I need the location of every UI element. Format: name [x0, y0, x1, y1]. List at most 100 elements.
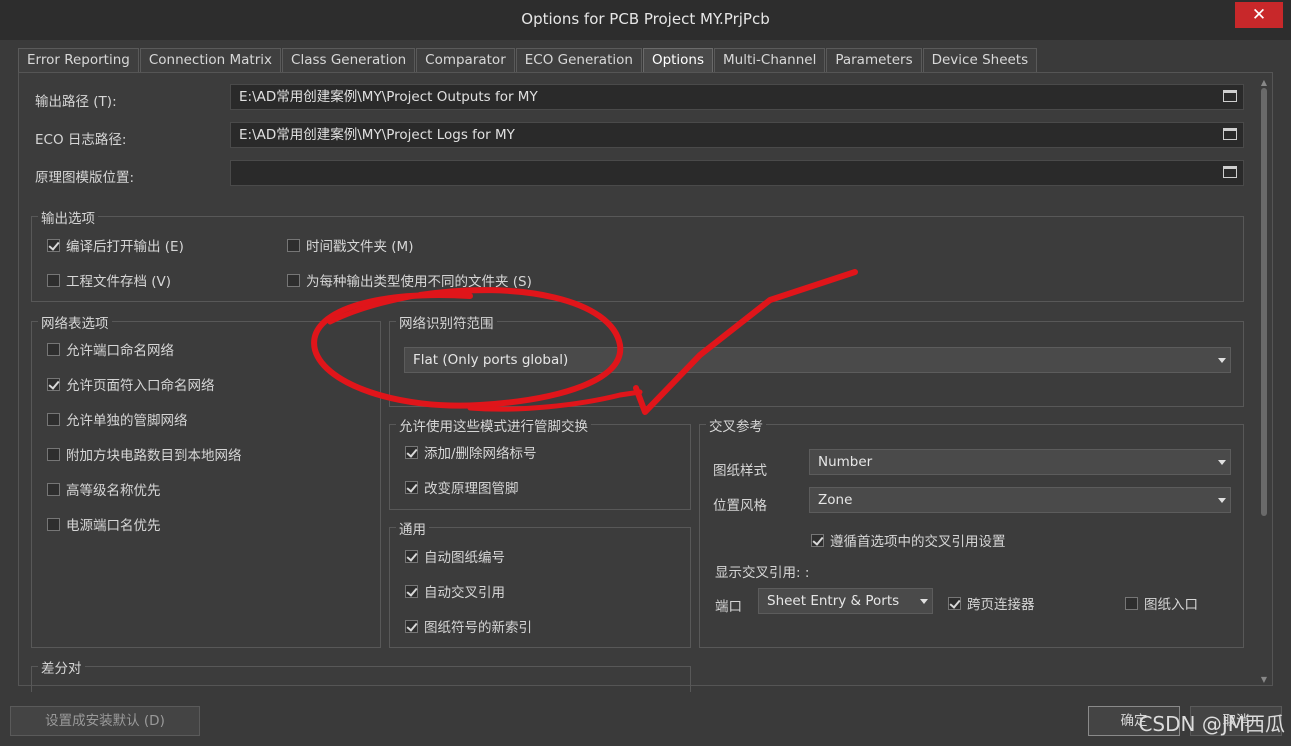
checkbox-label: 允许端口命名网络 [66, 343, 174, 359]
general-title: 通用 [396, 518, 429, 538]
eco-log-path-value: E:\AD常用创建案例\MY\Project Logs for MY [239, 127, 515, 143]
checkbox-label: 遵循首选项中的交叉引用设置 [830, 534, 1006, 550]
checkbox-label: 为每种输出类型使用不同的文件夹 (S) [306, 274, 532, 290]
checkbox-label: 工程文件存档 (V) [66, 274, 172, 290]
folder-open-icon[interactable] [1223, 90, 1237, 102]
sheet-style-select[interactable]: Number [809, 449, 1231, 475]
watermark-text: CSDN @JM西瓜 [1138, 712, 1285, 736]
checkbox-box[interactable] [47, 412, 60, 426]
output-path-label: 输出路径 (T): [35, 94, 117, 110]
tab-parameters[interactable]: Parameters [826, 48, 922, 72]
select-value: Number [818, 454, 873, 470]
checkbox-label: 改变原理图管脚 [424, 481, 519, 497]
chevron-down-icon [1218, 358, 1226, 363]
chevron-down-icon [920, 599, 928, 604]
checkbox-label: 附加方块电路数目到本地网络 [66, 448, 242, 464]
template-path-field[interactable] [230, 160, 1244, 186]
template-path-label: 原理图模版位置: [35, 170, 135, 186]
separate-folders-checkbox[interactable]: 为每种输出类型使用不同的文件夹 (S) [287, 270, 532, 290]
checkbox-box[interactable] [47, 377, 60, 391]
cross-reference-title: 交叉参考 [706, 415, 766, 435]
auto-cross-reference-checkbox[interactable]: 自动交叉引用 [405, 581, 505, 601]
timestamp-folder-checkbox[interactable]: 时间戳文件夹 (M) [287, 235, 413, 255]
checkbox-label: 高等级名称优先 [66, 483, 161, 499]
set-installation-defaults-button[interactable]: 设置成安装默认 (D) [10, 706, 200, 736]
folder-open-icon[interactable] [1223, 166, 1237, 178]
checkbox-box[interactable] [287, 273, 300, 287]
follow-preferences-checkbox[interactable]: 遵循首选项中的交叉引用设置 [811, 530, 1006, 550]
archive-project-checkbox[interactable]: 工程文件存档 (V) [47, 270, 171, 290]
tab-class-generation[interactable]: Class Generation [282, 48, 416, 72]
scroll-thumb[interactable] [1261, 88, 1267, 516]
change-schematic-pins-checkbox[interactable]: 改变原理图管脚 [405, 477, 519, 497]
checkbox-box[interactable] [47, 517, 60, 531]
auto-sheet-numbering-checkbox[interactable]: 自动图纸编号 [405, 546, 505, 566]
output-options-title: 输出选项 [38, 207, 98, 227]
checkbox-box[interactable] [47, 273, 60, 287]
sheet-entry-checkbox[interactable]: 图纸入口 [1125, 593, 1198, 613]
tab-error-reporting[interactable]: Error Reporting [18, 48, 139, 72]
checkbox-label: 添加/删除网络标号 [424, 446, 537, 462]
tab-eco-generation[interactable]: ECO Generation [515, 48, 642, 72]
show-cross-references-label: 显示交叉引用: : [715, 565, 810, 581]
close-button[interactable]: ✕ [1235, 2, 1283, 28]
tab-device-sheets[interactable]: Device Sheets [922, 48, 1038, 72]
scroll-up-icon[interactable]: ▲ [1258, 78, 1270, 87]
net-identifier-scope-select[interactable]: Flat (Only ports global) [404, 347, 1231, 373]
chevron-down-icon [1218, 460, 1226, 465]
add-remove-net-labels-checkbox[interactable]: 添加/删除网络标号 [405, 442, 537, 462]
tab-multi-channel[interactable]: Multi-Channel [714, 48, 826, 72]
output-options-group: 输出选项 [31, 207, 1244, 302]
scroll-down-icon[interactable]: ▼ [1258, 675, 1270, 684]
output-path-field[interactable]: E:\AD常用创建案例\MY\Project Outputs for MY [230, 84, 1244, 110]
tab-connection-matrix[interactable]: Connection Matrix [139, 48, 282, 72]
chevron-down-icon [1218, 498, 1226, 503]
checkbox-label: 跨页连接器 [967, 597, 1035, 613]
sheet-style-label: 图纸样式 [713, 463, 767, 479]
tab-options[interactable]: Options [642, 48, 714, 72]
checkbox-box[interactable] [405, 584, 418, 598]
checkbox-label: 图纸符号的新索引 [424, 620, 532, 636]
checkbox-box[interactable] [405, 480, 418, 494]
offsheet-connectors-checkbox[interactable]: 跨页连接器 [948, 593, 1035, 613]
checkbox-box[interactable] [405, 445, 418, 459]
checkbox-box[interactable] [405, 619, 418, 633]
title-bar: Options for PCB Project MY.PrjPcb ✕ [0, 0, 1291, 40]
allow-sheet-entries-name-nets-checkbox[interactable]: 允许页面符入口命名网络 [47, 374, 215, 394]
eco-log-path-field[interactable]: E:\AD常用创建案例\MY\Project Logs for MY [230, 122, 1244, 148]
higher-level-names-checkbox[interactable]: 高等级名称优先 [47, 479, 161, 499]
select-value: Sheet Entry & Ports [767, 593, 900, 609]
checkbox-label: 编译后打开输出 (E) [66, 239, 184, 255]
location-style-select[interactable]: Zone [809, 487, 1231, 513]
checkbox-box[interactable] [47, 342, 60, 356]
checkbox-box[interactable] [47, 238, 60, 252]
checkbox-label: 电源端口名优先 [66, 518, 161, 534]
eco-log-path-label: ECO 日志路径: [35, 132, 127, 148]
allow-ports-name-nets-checkbox[interactable]: 允许端口命名网络 [47, 339, 174, 359]
checkbox-label: 图纸入口 [1144, 597, 1198, 613]
folder-open-icon[interactable] [1223, 128, 1237, 140]
open-after-compile-checkbox[interactable]: 编译后打开输出 (E) [47, 235, 184, 255]
vertical-scrollbar[interactable]: ▲ ▼ [1258, 78, 1270, 684]
append-sheet-numbers-checkbox[interactable]: 附加方块电路数目到本地网络 [47, 444, 242, 464]
netlist-options-title: 网络表选项 [38, 312, 112, 332]
checkbox-box[interactable] [811, 533, 824, 547]
port-type-select[interactable]: Sheet Entry & Ports [758, 588, 933, 614]
checkbox-box[interactable] [948, 596, 961, 610]
checkbox-label: 自动交叉引用 [424, 585, 505, 601]
net-identifier-scope-title: 网络识别符范围 [396, 312, 497, 332]
checkbox-box[interactable] [1125, 596, 1138, 610]
checkbox-box[interactable] [405, 549, 418, 563]
allow-single-pin-nets-checkbox[interactable]: 允许单独的管脚网络 [47, 409, 188, 429]
new-sheet-symbol-index-checkbox[interactable]: 图纸符号的新索引 [405, 616, 532, 636]
port-label: 端口 [715, 599, 742, 615]
checkbox-label: 允许单独的管脚网络 [66, 413, 188, 429]
power-port-names-checkbox[interactable]: 电源端口名优先 [47, 514, 161, 534]
differential-pairs-title: 差分对 [38, 657, 85, 677]
pin-swap-group: 允许使用这些模式进行管脚交换 [389, 415, 691, 510]
checkbox-box[interactable] [47, 447, 60, 461]
checkbox-box[interactable] [287, 238, 300, 252]
tab-bar: Error Reporting Connection Matrix Class … [18, 48, 1038, 72]
tab-comparator[interactable]: Comparator [416, 48, 515, 72]
checkbox-box[interactable] [47, 482, 60, 496]
